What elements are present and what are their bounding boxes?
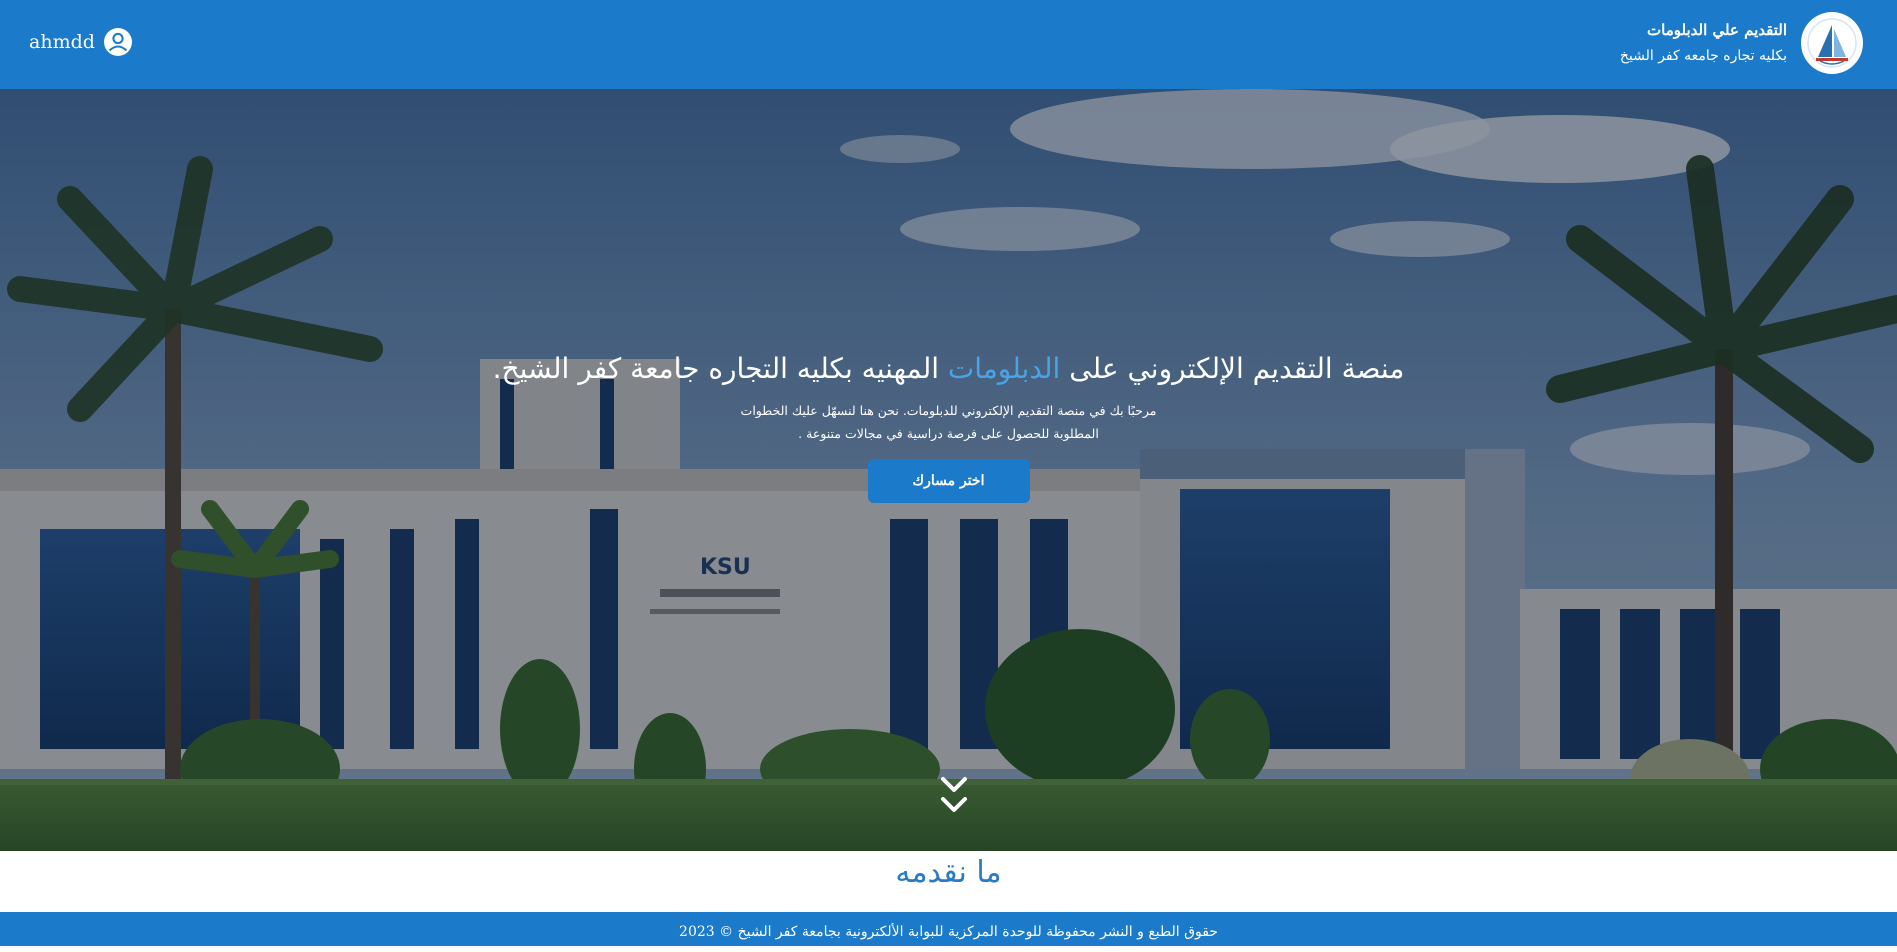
brand-title: التقديم علي الدبلومات [1647,21,1787,39]
hero-title-accent: الدبلومات [947,352,1061,385]
top-navbar: التقديم علي الدبلومات بكليه تجاره جامعه … [0,0,1897,89]
footer: حقوق الطبع و النشر محفوظة للوحدة المركزي… [0,912,1897,946]
hero-title-part-1: منصة التقديم الإلكتروني على [1069,352,1405,385]
brand[interactable]: التقديم علي الدبلومات بكليه تجاره جامعه … [1620,12,1863,74]
choose-path-button[interactable]: اختر مسارك [867,459,1030,503]
double-chevron-down-icon[interactable] [940,775,968,819]
university-logo [1801,12,1863,74]
hero-title: منصة التقديم الإلكتروني على الدبلومات ال… [0,352,1897,385]
hero-section: KSU منصة التقديم الإلكتروني على الدبلوما… [0,89,1897,851]
brand-subtitle: بكليه تجاره جامعه كفر الشيخ [1619,48,1787,64]
user-name: ahmdd [29,31,95,53]
section-title: ما نقدمه [895,855,1002,890]
user-circle-icon [103,28,132,56]
hero-description: مرحبًا بك في منصة التقديم الإلكتروني للد… [740,403,1157,441]
hero-title-part-2: المهنيه بكليه التجاره جامعة كفر الشيخ. [492,352,939,385]
hero-content: منصة التقديم الإلكتروني على الدبلومات ال… [0,352,1897,503]
user-menu[interactable]: ahmdd [29,27,133,57]
copyright-text: حقوق الطبع و النشر محفوظة للوحدة المركزي… [679,924,1218,940]
